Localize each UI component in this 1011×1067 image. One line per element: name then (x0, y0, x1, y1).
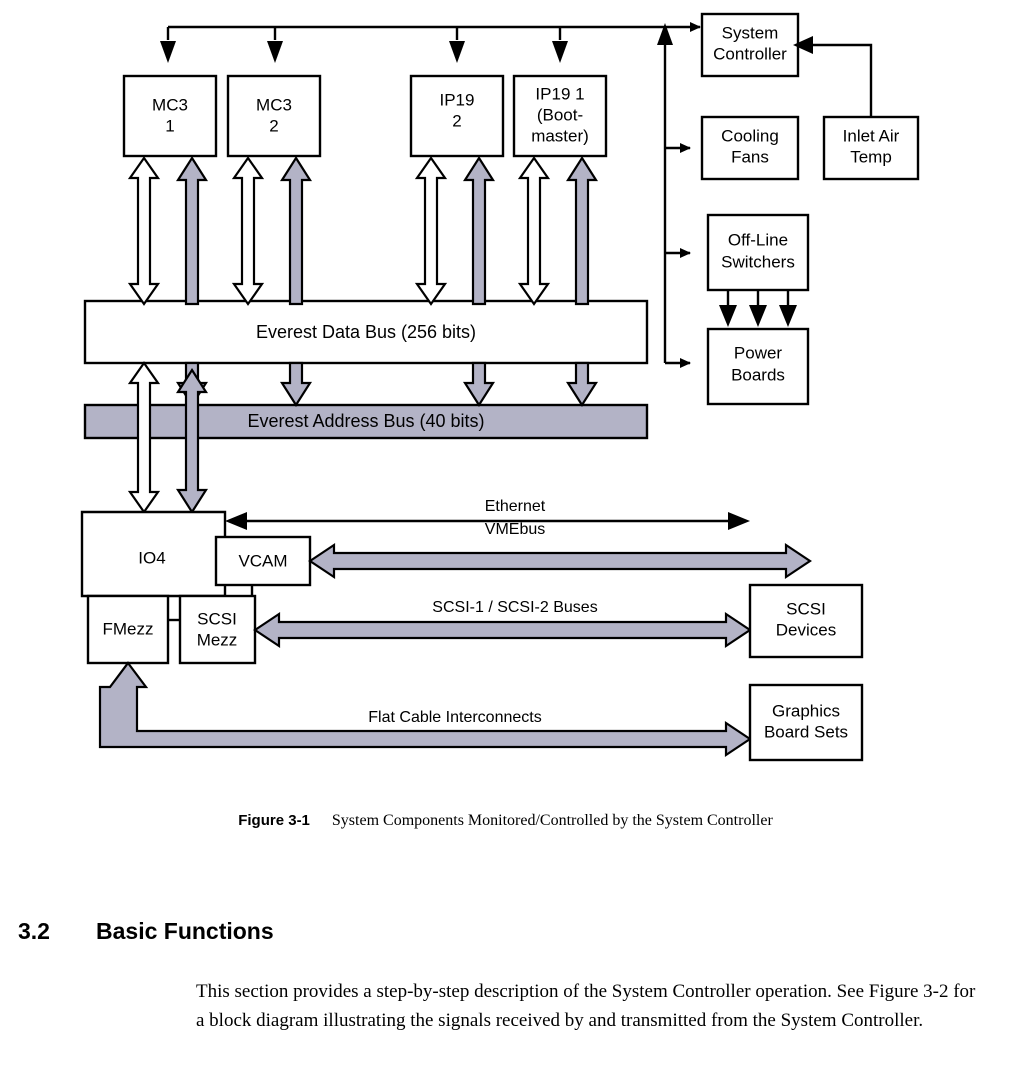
box-power-boards-line2: Boards (731, 365, 785, 384)
box-cooling-fans-line1: Cooling (721, 126, 779, 145)
system-components-block-diagram: MC3 1 MC3 2 IP19 2 IP19 1 (Boot- master)… (80, 12, 920, 762)
box-system-controller-line2: Controller (713, 44, 787, 63)
box-inlet-air-temp-line1: Inlet Air (843, 126, 900, 145)
box-ip19-2-line2: 2 (452, 111, 461, 130)
system-controller-signal-bus (160, 22, 701, 63)
box-inlet-air-temp-line2: Temp (850, 147, 892, 166)
box-power-boards[interactable]: Power Boards (706, 327, 810, 406)
box-ip19-1-bootmaster[interactable]: IP19 1 (Boot- master) (512, 74, 608, 158)
box-scsi-mezz-line1: SCSI (197, 609, 237, 628)
ethernet-label: Ethernet (485, 498, 546, 515)
figure-caption-text: System Components Monitored/Controlled b… (331, 812, 773, 829)
box-fmezz[interactable]: FMezz (86, 594, 170, 665)
section-number: 3.2 (18, 918, 50, 944)
box-system-controller-line1: System (722, 23, 779, 42)
scsi-bus-label: SCSI-1 / SCSI-2 Buses (432, 599, 597, 616)
box-system-controller[interactable]: System Controller (700, 12, 800, 78)
box-mc3-2-line2: 2 (269, 116, 278, 135)
box-ip19-2-line1: IP19 (440, 90, 475, 109)
box-mc3-1-line1: MC3 (152, 95, 188, 114)
box-ip19-2[interactable]: IP19 2 (409, 74, 505, 158)
data-bus-to-address-bus-arrows (175, 361, 599, 408)
box-offline-switchers-line1: Off-Line (728, 230, 788, 249)
box-ip19-1-line2: (Boot- (537, 105, 583, 124)
box-scsi-mezz[interactable]: SCSI Mezz (178, 594, 257, 665)
everest-address-bus-label: Everest Address Bus (40 bits) (247, 411, 484, 431)
box-mc3-1[interactable]: MC3 1 (122, 74, 218, 158)
everest-data-bus: Everest Data Bus (256 bits) (83, 299, 649, 365)
flat-cable-label: Flat Cable Interconnects (368, 709, 541, 726)
box-scsi-devices-line1: SCSI (786, 599, 826, 618)
box-ip19-1-line3: master) (531, 126, 589, 145)
box-mc3-2-line1: MC3 (256, 95, 292, 114)
everest-address-bus: Everest Address Bus (40 bits) (83, 403, 649, 440)
vmebus-connection: VMEbus (308, 521, 812, 580)
section-title: Basic Functions (96, 918, 274, 944)
box-cooling-fans-line2: Fans (731, 147, 769, 166)
box-fmezz-label: FMezz (103, 619, 154, 638)
box-mc3-2[interactable]: MC3 2 (226, 74, 322, 158)
box-scsi-devices-line2: Devices (776, 620, 836, 639)
box-graphics-board-sets[interactable]: Graphics Board Sets (748, 683, 864, 762)
box-power-boards-line1: Power (734, 343, 783, 362)
switchers-to-power-arrows (719, 290, 797, 327)
box-ip19-1-line1: IP19 1 (535, 84, 584, 103)
box-graphics-line1: Graphics (772, 701, 840, 720)
everest-data-bus-label: Everest Data Bus (256 bits) (256, 322, 476, 342)
box-io4-label: IO4 (138, 548, 165, 567)
figure-number: Figure 3-1 (238, 812, 310, 829)
controller-trunk-line (657, 23, 691, 368)
figure-caption: Figure 3-1 System Components Monitored/Co… (0, 812, 1011, 830)
box-vcam[interactable]: VCAM (214, 535, 312, 587)
io4-address-bus-arrow (175, 367, 209, 515)
box-graphics-line2: Board Sets (764, 722, 848, 741)
section-body-text: This section provides a step-by-step des… (196, 981, 976, 1031)
inlet-temp-to-controller-line (793, 36, 873, 117)
box-cooling-fans[interactable]: Cooling Fans (700, 115, 800, 181)
vmebus-label: VMEbus (485, 521, 545, 538)
box-scsi-devices[interactable]: SCSI Devices (748, 583, 864, 659)
box-io4[interactable]: IO4 (80, 510, 227, 598)
box-offline-switchers-line2: Switchers (721, 252, 795, 271)
box-mc3-1-line2: 1 (165, 116, 174, 135)
scsi-bus-connection: SCSI-1 / SCSI-2 Buses (253, 599, 752, 649)
box-inlet-air-temp[interactable]: Inlet Air Temp (822, 115, 920, 181)
section-heading: 3.2 Basic Functions (18, 918, 993, 945)
box-vcam-label: VCAM (238, 551, 287, 570)
box-offline-switchers[interactable]: Off-Line Switchers (706, 213, 810, 292)
flat-cable-connection: Flat Cable Interconnects (98, 661, 752, 758)
box-scsi-mezz-line2: Mezz (197, 630, 238, 649)
